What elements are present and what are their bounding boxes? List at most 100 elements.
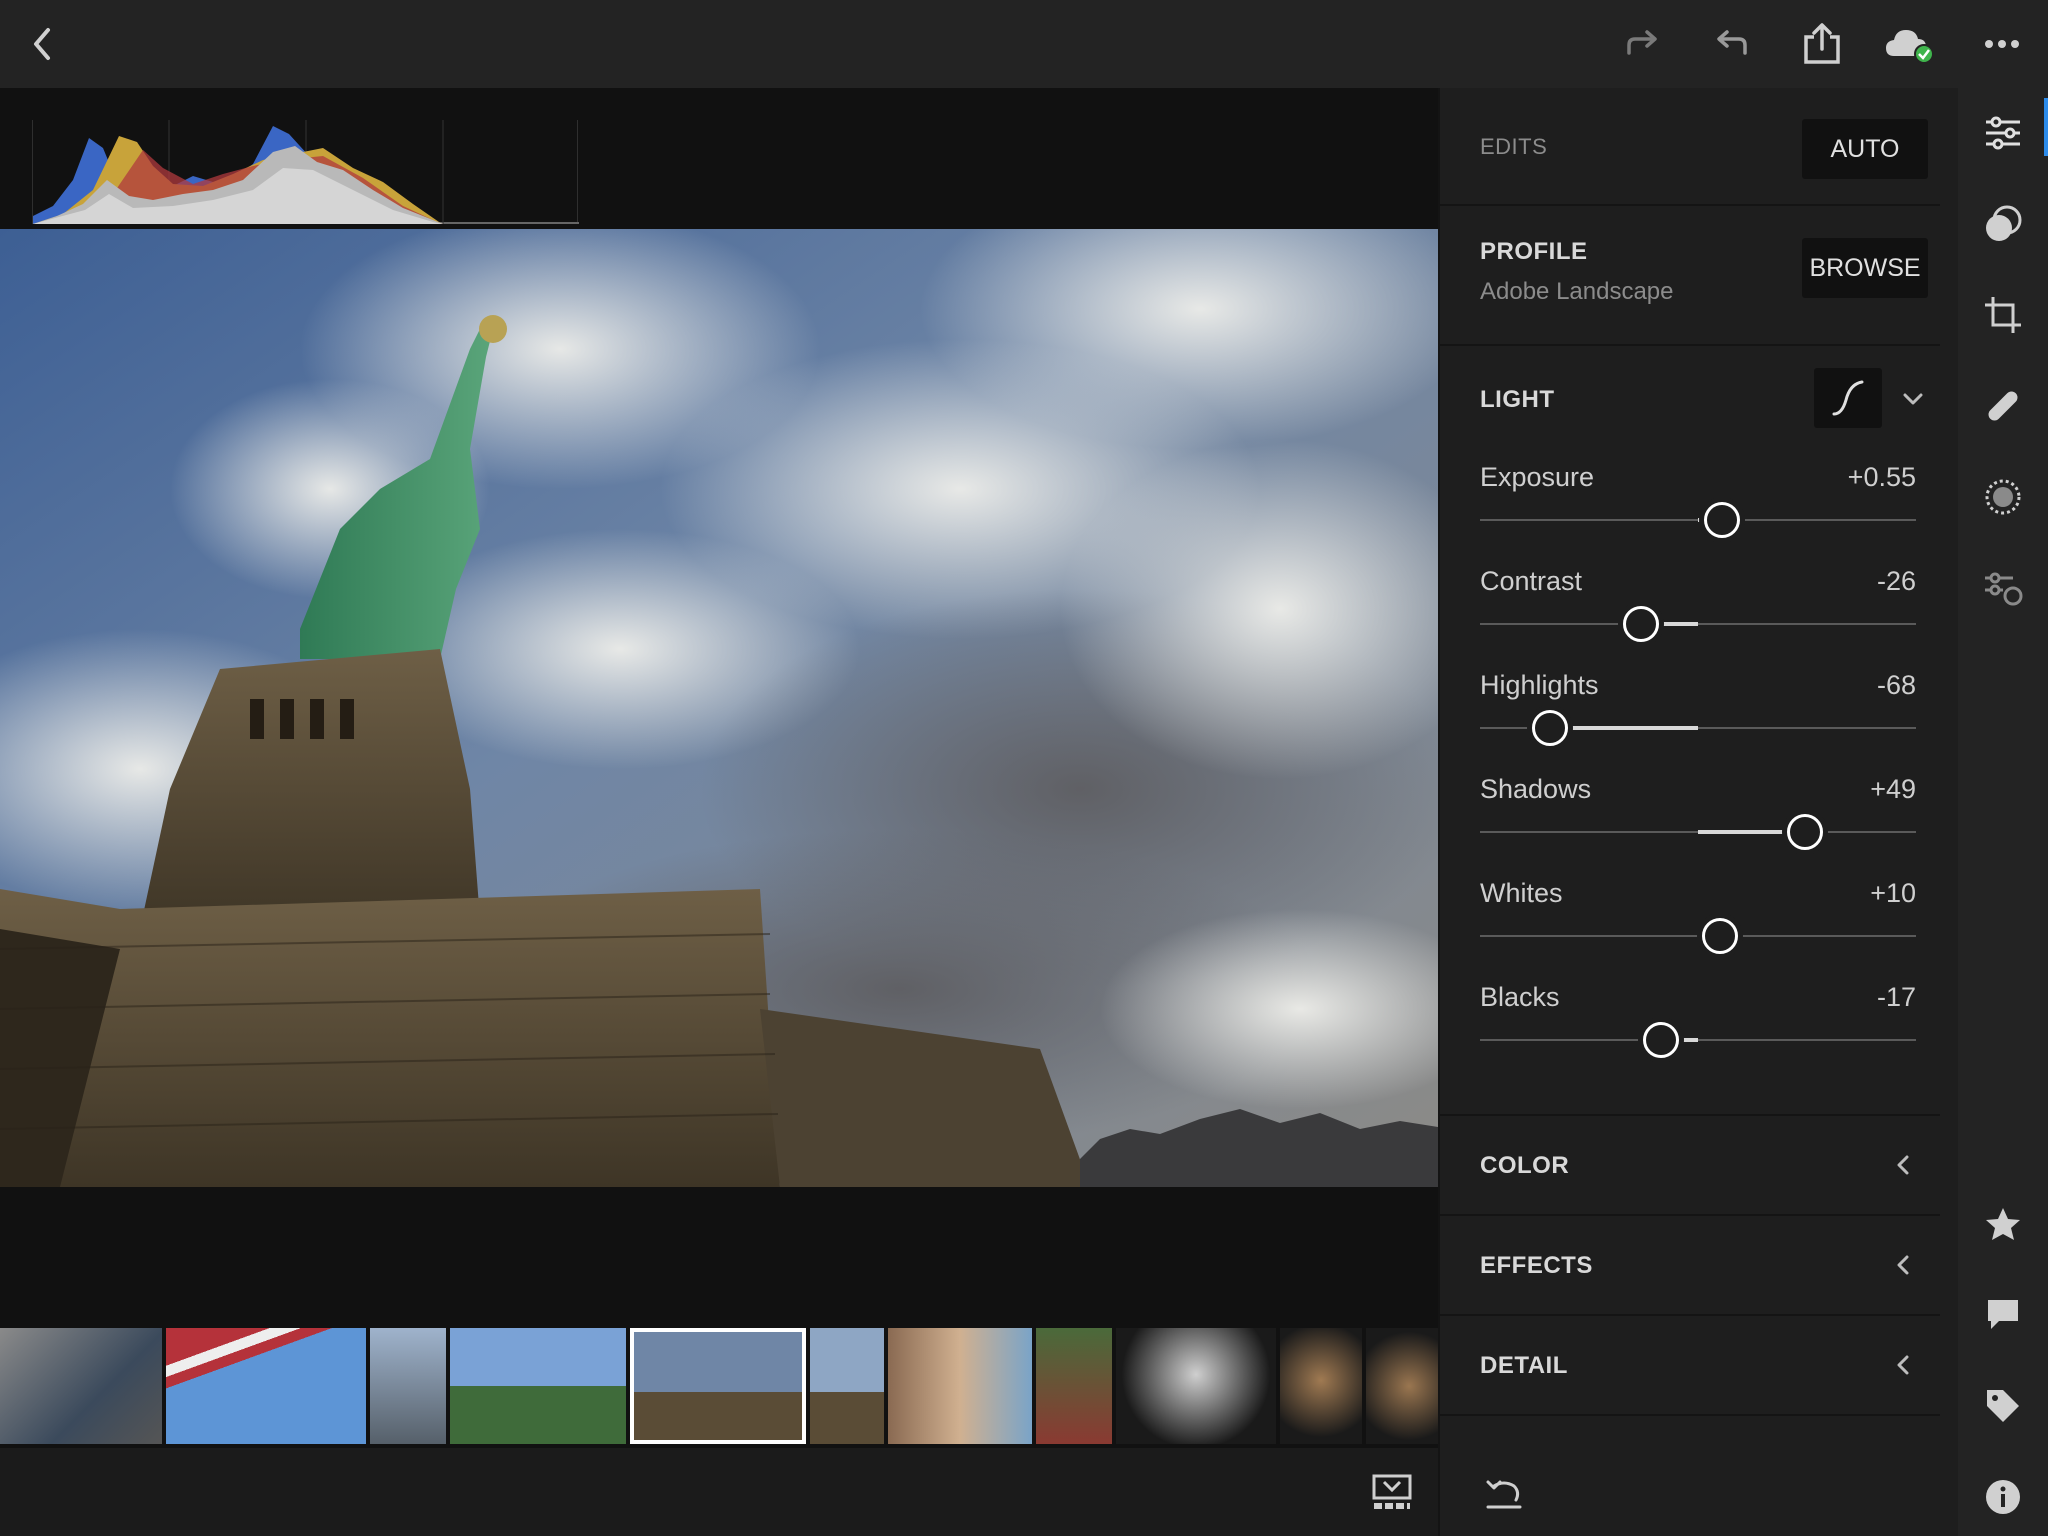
filmstrip-thumbnail-selected[interactable] — [630, 1328, 806, 1444]
filmstrip-thumbnail[interactable] — [1116, 1328, 1276, 1444]
back-icon — [34, 28, 50, 60]
comments-button[interactable] — [1973, 1285, 2033, 1345]
slider-value: -26 — [1876, 566, 1916, 596]
more-button[interactable] — [1972, 14, 2032, 74]
cloud-sync-status[interactable] — [1880, 14, 1940, 74]
share-button[interactable] — [1792, 14, 1852, 74]
healing-tool-button[interactable] — [1973, 376, 2033, 436]
slider-value: -68 — [1876, 670, 1916, 700]
slider-track[interactable] — [1480, 1039, 1916, 1041]
light-section: LIGHT Exposure +0.55 Contrast -26 Highlights… — [1440, 346, 1940, 1116]
light-title: LIGHT — [1480, 386, 1555, 413]
slider-exposure[interactable]: Exposure +0.55 — [1480, 462, 1916, 546]
main-photo[interactable] — [0, 229, 1438, 1187]
slider-fill — [1549, 726, 1698, 730]
tone-curve-button[interactable] — [1814, 368, 1882, 428]
slider-highlights[interactable]: Highlights -68 — [1480, 670, 1916, 754]
share-icon — [1804, 23, 1840, 64]
slider-whites[interactable]: Whites +10 — [1480, 878, 1916, 962]
filmstrip-thumbnail[interactable] — [370, 1328, 446, 1444]
redo-button[interactable] — [1613, 14, 1673, 74]
profile-section: PROFILE Adobe Landscape BROWSE — [1440, 206, 1940, 346]
selective-tool-button[interactable] — [1973, 467, 2033, 527]
slider-label: Exposure — [1480, 462, 1595, 492]
selective-icon — [1985, 479, 2021, 515]
versions-icon — [1985, 572, 2023, 606]
rating-button[interactable] — [1973, 1194, 2033, 1254]
edits-header: EDITS AUTO — [1440, 88, 1940, 206]
chevron-left-icon — [1897, 1355, 1909, 1375]
light-collapse-button[interactable] — [1898, 384, 1928, 414]
keywords-button[interactable] — [1973, 1376, 2033, 1436]
edits-title: EDITS — [1480, 134, 1548, 159]
effects-title: EFFECTS — [1480, 1252, 1593, 1279]
back-button[interactable] — [12, 14, 72, 74]
presets-tool-button[interactable] — [1973, 194, 2033, 254]
tone-curve-icon — [1832, 380, 1864, 416]
tool-rail — [1958, 88, 2048, 1536]
slider-knob[interactable] — [1531, 710, 1568, 746]
info-button[interactable] — [1973, 1467, 2033, 1527]
chevron-left-icon — [1897, 1255, 1909, 1275]
slider-contrast[interactable]: Contrast -26 — [1480, 566, 1916, 650]
slider-label: Highlights — [1480, 670, 1599, 700]
undo-button[interactable] — [1701, 14, 1761, 74]
auto-button[interactable]: AUTO — [1802, 119, 1928, 179]
detail-section[interactable]: DETAIL — [1440, 1316, 1940, 1416]
slider-shadows[interactable]: Shadows +49 — [1480, 774, 1916, 858]
reset-edits-button[interactable] — [1484, 1476, 1524, 1516]
more-icon — [1985, 40, 2019, 48]
browse-profiles-button[interactable]: BROWSE — [1802, 238, 1928, 298]
filmstrip-thumbnail[interactable] — [1036, 1328, 1112, 1444]
slider-value: +0.55 — [1847, 462, 1916, 492]
edit-sliders-icon — [1986, 116, 2020, 150]
slider-knob[interactable] — [1786, 814, 1823, 850]
edit-panel: EDITS AUTO PROFILE Adobe Landscape BROWS… — [1438, 88, 1958, 1536]
filmstrip-thumbnail[interactable] — [450, 1328, 626, 1444]
filmstrip-thumbnail[interactable] — [1280, 1328, 1362, 1444]
versions-tool-button[interactable] — [1973, 558, 2033, 618]
slider-label: Shadows — [1480, 774, 1592, 804]
info-icon — [1986, 1480, 2020, 1514]
filmstrip-thumbnail[interactable] — [1366, 1328, 1438, 1444]
star-icon — [1986, 1208, 2020, 1240]
crop-tool-button[interactable] — [1973, 285, 2033, 345]
slider-label: Blacks — [1480, 982, 1560, 1012]
filmstrip-toggle-button[interactable] — [1370, 1472, 1414, 1512]
filmstrip-thumbnail[interactable] — [888, 1328, 1032, 1444]
cloud-synced-icon — [1886, 30, 1934, 64]
filmstrip-thumbnail[interactable] — [0, 1328, 162, 1444]
filmstrip-thumbnail[interactable] — [810, 1328, 884, 1444]
slider-value: +49 — [1870, 774, 1916, 804]
healing-icon — [1988, 391, 2018, 421]
photo-canvas — [0, 88, 1438, 1324]
slider-value: -17 — [1876, 982, 1916, 1012]
crop-icon — [1985, 297, 2021, 333]
comment-icon — [1988, 1300, 2018, 1329]
slider-knob[interactable] — [1642, 1022, 1679, 1058]
effects-section[interactable]: EFFECTS — [1440, 1216, 1940, 1316]
slider-knob[interactable] — [1701, 918, 1738, 954]
slider-track[interactable] — [1480, 623, 1916, 625]
profile-value: Adobe Landscape — [1480, 278, 1674, 305]
slider-knob[interactable] — [1623, 606, 1660, 642]
filmstrip — [0, 1324, 1438, 1448]
slider-blacks[interactable]: Blacks -17 — [1480, 982, 1916, 1066]
filmstrip-thumbnail[interactable] — [166, 1328, 366, 1444]
slider-label: Whites — [1480, 878, 1563, 908]
chevron-left-icon — [1897, 1155, 1909, 1175]
tag-icon — [1987, 1390, 2019, 1422]
color-title: COLOR — [1480, 1152, 1570, 1179]
redo-icon — [1627, 30, 1657, 55]
color-section[interactable]: COLOR — [1440, 1116, 1940, 1216]
edit-tool-button[interactable] — [1973, 103, 2033, 163]
top-toolbar — [0, 0, 2048, 88]
active-tool-indicator — [2044, 98, 2048, 156]
presets-icon — [1986, 205, 2022, 241]
slider-knob[interactable] — [1703, 502, 1740, 538]
chevron-down-icon — [1903, 393, 1923, 405]
reset-icon — [1486, 1480, 1522, 1509]
slider-value: +10 — [1870, 878, 1916, 908]
detail-title: DETAIL — [1480, 1352, 1568, 1379]
bottom-bar — [0, 1448, 1438, 1536]
